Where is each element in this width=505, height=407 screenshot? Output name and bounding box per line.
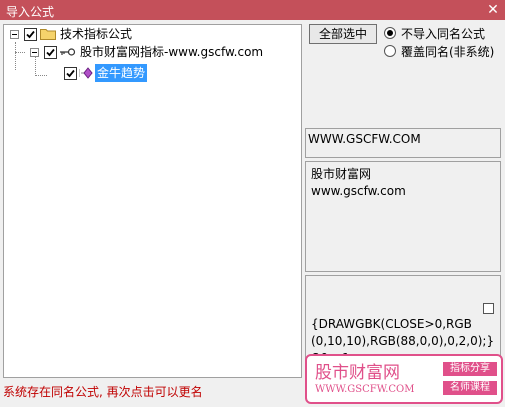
close-icon[interactable]: ✕ — [485, 2, 501, 18]
window-title: 导入公式 — [6, 5, 55, 19]
root-checkbox[interactable] — [24, 28, 37, 41]
code-checkbox[interactable] — [483, 303, 494, 314]
tree-line — [35, 56, 36, 76]
code-line: (0,10,10),RGB(88,0,0),0,2,0);} — [311, 334, 495, 348]
status-message: 系统存在同名公式, 再次点击可以更名 — [3, 385, 203, 399]
tree-line — [15, 52, 25, 53]
watermark-tag: 名师课程 — [443, 381, 497, 395]
overwrite-label: 覆盖同名(非系统) — [401, 45, 495, 59]
collapse-icon[interactable] — [30, 48, 39, 57]
overwrite-radio[interactable] — [384, 45, 396, 57]
select-all-button[interactable]: 全部选中 — [309, 24, 377, 44]
url-text: WWW.GSCFW.COM — [308, 132, 421, 146]
key-icon — [60, 48, 76, 56]
tree-line — [35, 75, 47, 76]
code-line: {DRAWGBK(CLOSE>0,RGB — [311, 317, 472, 331]
no-import-label: 不导入同名公式 — [401, 27, 486, 41]
url-panel: WWW.GSCFW.COM — [305, 128, 501, 158]
collapse-icon[interactable] — [10, 30, 19, 39]
formula-tree[interactable]: 技术指标公式 股市财富网指标-www.gscfw.com 金牛趋势 — [3, 24, 302, 378]
title-bar: 导入公式 ✕ — [0, 0, 505, 20]
watermark-tag: 指标分享 — [443, 362, 497, 376]
formula-icon — [79, 67, 93, 79]
item-checkbox[interactable] — [64, 67, 77, 80]
description-panel: 股市财富网 www.gscfw.com — [305, 161, 501, 272]
right-panel: 全部选中 不导入同名公式 覆盖同名(非系统) WWW.GSCFW.COM 股市财… — [305, 20, 505, 382]
folder-icon — [40, 29, 56, 40]
watermark-en: WWW.GSCFW.COM — [315, 384, 415, 395]
tree-label-selected: 金牛趋势 — [95, 64, 148, 82]
watermark-logo: 股市财富网 WWW.GSCFW.COM 指标分享 名师课程 — [305, 354, 503, 404]
tree-line — [15, 42, 16, 70]
watermark-cn: 股市财富网 — [315, 363, 400, 383]
tree-label: 技术指标公式 — [60, 27, 133, 41]
no-import-radio[interactable] — [384, 27, 396, 39]
group-checkbox[interactable] — [44, 46, 57, 59]
tree-label: 股市财富网指标-www.gscfw.com — [80, 45, 264, 59]
description-line: www.gscfw.com — [311, 184, 406, 198]
description-line: 股市财富网 — [311, 167, 372, 181]
